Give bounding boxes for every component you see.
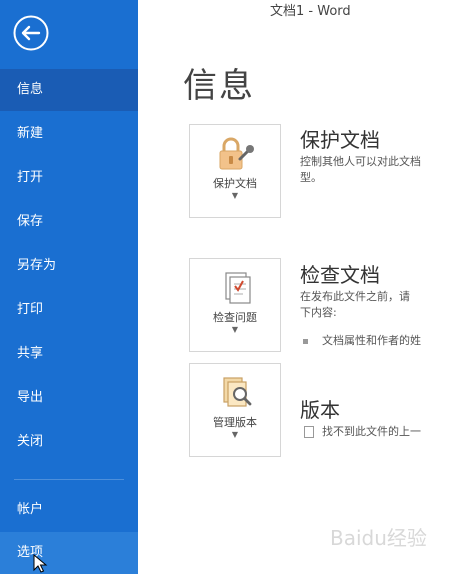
description-line: 在发布此文件之前，请	[300, 290, 410, 303]
nav-item-save[interactable]: 保存	[0, 201, 138, 243]
window-title: 文档1 - Word	[270, 4, 351, 19]
chevron-down-icon: ▼	[231, 191, 239, 200]
backstage-sidebar: 信息 新建 打开 保存 另存为 打印 共享 导出 关闭 帐户 选项	[0, 0, 138, 574]
protect-document-button[interactable]: 保护文档 ▼	[189, 124, 281, 218]
description-line: 下内容:	[300, 306, 337, 319]
section-description: 控制其他人可以对此文档 型。	[300, 154, 449, 186]
nav-item-info[interactable]: 信息	[0, 69, 138, 111]
description-line: 控制其他人可以对此文档	[300, 155, 421, 168]
section-description: 找不到此文件的上一	[304, 424, 449, 440]
chevron-down-icon: ▼	[231, 325, 239, 334]
document-search-icon	[223, 377, 252, 407]
nav-item-save-as[interactable]: 另存为	[0, 245, 138, 287]
card-label: 检查问题	[213, 311, 257, 324]
section-description: 在发布此文件之前，请 下内容:	[300, 289, 449, 321]
check-issues-button[interactable]: 检查问题 ▼	[189, 258, 281, 352]
manage-versions-button[interactable]: 管理版本 ▼	[189, 363, 281, 457]
lock-key-icon	[219, 137, 254, 170]
card-label: 管理版本	[213, 416, 257, 429]
nav-item-account[interactable]: 帐户	[0, 489, 138, 531]
card-label: 保护文档	[213, 177, 257, 190]
list-item-text: 文档属性和作者的姓	[322, 334, 421, 347]
sidebar-divider	[14, 479, 124, 480]
description-line: 型。	[300, 171, 322, 184]
nav-item-new[interactable]: 新建	[0, 113, 138, 155]
mouse-pointer-icon	[33, 554, 48, 573]
arrow-left-circle-icon	[13, 15, 49, 51]
nav-item-print[interactable]: 打印	[0, 289, 138, 331]
bullet-icon	[303, 338, 308, 344]
document-icon	[304, 426, 314, 438]
page-title: 信息	[183, 66, 255, 106]
section-title: 版本	[300, 398, 340, 422]
description-line: 找不到此文件的上一	[322, 425, 421, 438]
section-title: 检查文档	[300, 263, 380, 287]
nav-item-options[interactable]: 选项	[0, 532, 138, 574]
nav-item-open[interactable]: 打开	[0, 157, 138, 199]
nav-item-export[interactable]: 导出	[0, 377, 138, 419]
section-title: 保护文档	[300, 128, 380, 152]
nav-item-share[interactable]: 共享	[0, 333, 138, 375]
watermark: Baidu经验	[330, 526, 427, 550]
back-button[interactable]	[12, 14, 50, 52]
nav-item-close[interactable]: 关闭	[0, 421, 138, 463]
chevron-down-icon: ▼	[231, 430, 239, 439]
document-check-icon	[225, 272, 251, 304]
list-item: 文档属性和作者的姓	[303, 332, 449, 348]
